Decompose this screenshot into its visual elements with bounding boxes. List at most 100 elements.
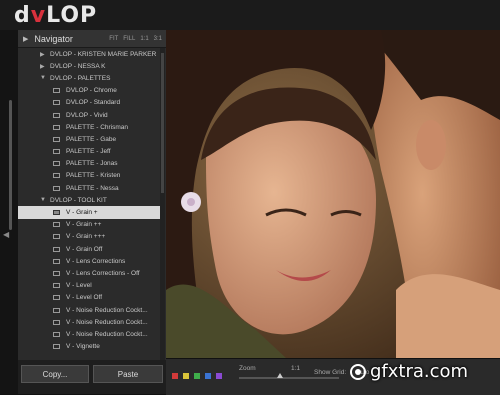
preset-item[interactable]: V - Noise Reduction Cockt... xyxy=(18,304,160,316)
preset-label: DVLOP - NESSA K xyxy=(50,62,106,70)
preset-label: V - Lens Corrections - Off xyxy=(66,269,140,277)
preset-icon xyxy=(53,185,60,191)
preset-icon xyxy=(53,234,60,240)
preset-item[interactable]: PALETTE - Chrisman xyxy=(18,121,160,133)
preset-label: DVLOP - Vivid xyxy=(66,111,108,119)
folder-expanded-icon[interactable]: ▼ xyxy=(40,75,50,81)
preset-item[interactable]: V - Noise Reduction Cockt... xyxy=(18,328,160,340)
color-label-green[interactable] xyxy=(194,373,200,379)
preset-item[interactable]: DVLOP - Vivid xyxy=(18,109,160,121)
color-label-purple[interactable] xyxy=(216,373,222,379)
preset-label: V - Grain + xyxy=(66,209,98,217)
preset-icon xyxy=(53,149,60,155)
preset-folder[interactable]: ▼ DVLOP - PALETTES xyxy=(18,72,160,84)
preset-icon xyxy=(53,88,60,94)
preset-item[interactable]: V - Vignette xyxy=(18,341,160,353)
preset-icon xyxy=(53,222,60,228)
preset-icon xyxy=(53,270,60,276)
preset-icon xyxy=(53,295,60,301)
preset-label: PALETTE - Nessa xyxy=(66,184,119,192)
zoom-fill-option[interactable]: FILL xyxy=(123,36,135,42)
preset-icon xyxy=(53,112,60,118)
preset-label: V - Lens Corrections xyxy=(66,257,126,265)
folder-collapsed-icon[interactable]: ▶ xyxy=(40,63,50,70)
preset-label: V - Vignette xyxy=(66,343,100,351)
watermark: gfxtra.com xyxy=(350,359,500,384)
preset-icon xyxy=(53,331,60,337)
zoom-slider-knob[interactable] xyxy=(277,373,283,378)
preset-icon xyxy=(53,210,60,216)
preset-icon xyxy=(53,283,60,289)
preset-label: DVLOP - Chrome xyxy=(66,87,117,95)
preset-label: V - Grain ++ xyxy=(66,221,102,229)
preset-item[interactable]: V - Grain Off xyxy=(18,243,160,255)
preset-label: V - Level xyxy=(66,282,92,290)
preset-item[interactable]: PALETTE - Jonas xyxy=(18,158,160,170)
folder-collapsed-icon[interactable]: ▶ xyxy=(40,51,50,58)
preset-icon xyxy=(53,319,60,325)
watermark-logo-icon xyxy=(350,363,366,380)
collapse-panel-icon[interactable]: ◀ xyxy=(3,230,9,239)
scrollbar-thumb[interactable] xyxy=(161,53,164,193)
photo-image xyxy=(166,30,500,358)
preset-item[interactable]: V - Grain + xyxy=(18,206,160,219)
preset-label: V - Grain +++ xyxy=(66,233,106,241)
color-label-blue[interactable] xyxy=(205,373,211,379)
zoom-slider[interactable] xyxy=(239,373,339,379)
preset-folder[interactable]: ▶ DVLOP - NESSA K xyxy=(18,60,160,72)
preset-item[interactable]: PALETTE - Nessa xyxy=(18,182,160,194)
preset-item[interactable]: PALETTE - Gabe xyxy=(18,133,160,145)
photo-preview[interactable] xyxy=(166,30,500,358)
preset-item[interactable]: V - Noise Reduction Cockt... xyxy=(18,316,160,328)
zoom-1-1-option[interactable]: 1:1 xyxy=(140,36,148,42)
preset-list-scrollbar[interactable] xyxy=(160,48,165,360)
preset-folder[interactable]: ▶ DVLOP - KRISTEN MARIE PARKER xyxy=(18,48,160,60)
preset-label: V - Grain Off xyxy=(66,245,103,253)
paste-button[interactable]: Paste xyxy=(93,365,163,383)
preset-icon xyxy=(53,124,60,130)
preset-item[interactable]: V - Grain +++ xyxy=(18,231,160,243)
expand-triangle-icon[interactable]: ▶ xyxy=(23,35,28,43)
preset-icon xyxy=(53,307,60,313)
zoom-value: 1:1 xyxy=(291,365,301,372)
preset-item[interactable]: PALETTE - Jeff xyxy=(18,146,160,158)
preset-folder[interactable]: ▼ DVLOP - TOOL KIT xyxy=(18,194,160,206)
preset-item[interactable]: V - Lens Corrections - Off xyxy=(18,267,160,279)
copy-button[interactable]: Copy... xyxy=(21,365,89,383)
preset-label: PALETTE - Gabe xyxy=(66,135,117,143)
preset-item[interactable]: DVLOP - Chrome xyxy=(18,85,160,97)
preset-icon xyxy=(53,161,60,167)
presets-panel: ▶ Navigator FIT FILL 1:1 3:1 ▶ DVLOP - KR… xyxy=(18,30,167,360)
zoom-fit-option[interactable]: FIT xyxy=(109,36,118,42)
navigator-title: Navigator xyxy=(34,33,73,44)
preset-icon xyxy=(53,173,60,179)
left-edge-scrollbar[interactable] xyxy=(9,100,12,230)
preset-label: PALETTE - Jonas xyxy=(66,160,118,168)
preset-label: DVLOP - TOOL KIT xyxy=(50,196,107,204)
preset-label: V - Noise Reduction Cockt... xyxy=(66,306,148,314)
preset-icon xyxy=(53,246,60,252)
folder-expanded-icon[interactable]: ▼ xyxy=(40,197,50,203)
navigator-header[interactable]: ▶ Navigator FIT FILL 1:1 3:1 xyxy=(18,30,166,48)
preset-label: V - Noise Reduction Cockt... xyxy=(66,318,148,326)
preset-label: DVLOP - KRISTEN MARIE PARKER xyxy=(50,50,157,58)
zoom-label: Zoom xyxy=(239,365,256,372)
color-label-yellow[interactable] xyxy=(183,373,189,379)
preset-item[interactable]: V - Grain ++ xyxy=(18,219,160,231)
preset-item[interactable]: V - Level xyxy=(18,280,160,292)
navigator-zoom-options: FIT FILL 1:1 3:1 xyxy=(109,36,162,42)
left-edge-strip: ◀ xyxy=(0,30,18,394)
preset-label: DVLOP - PALETTES xyxy=(50,74,111,82)
preset-item[interactable]: PALETTE - Kristen xyxy=(18,170,160,182)
app-logo: dvLOP xyxy=(14,3,98,28)
preset-label: V - Level Off xyxy=(66,294,103,302)
zoom-3-1-option[interactable]: 3:1 xyxy=(154,36,162,42)
color-label-red[interactable] xyxy=(172,373,178,379)
preset-label: V - Noise Reduction Cockt... xyxy=(66,330,148,338)
top-bar: dvLOP xyxy=(0,0,500,30)
preset-item[interactable]: V - Lens Corrections xyxy=(18,255,160,267)
preset-label: PALETTE - Kristen xyxy=(66,172,121,180)
preset-item[interactable]: DVLOP - Standard xyxy=(18,97,160,109)
preset-label: PALETTE - Jeff xyxy=(66,148,111,156)
preset-item[interactable]: V - Level Off xyxy=(18,292,160,304)
